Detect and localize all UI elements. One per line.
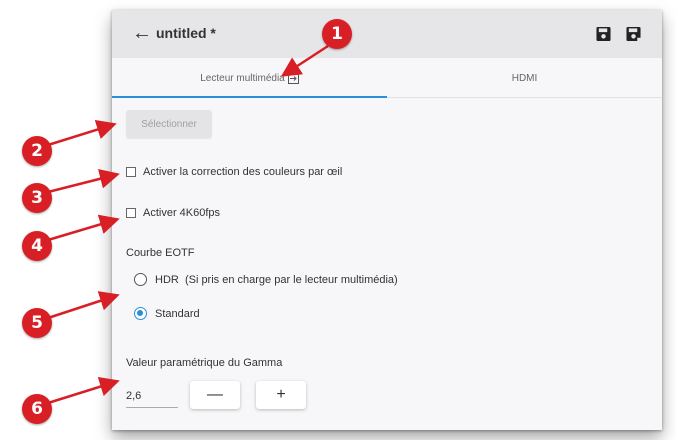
arrow-3 (47, 168, 120, 194)
page-title: untitled * (156, 25, 216, 41)
eye-color-correction-checkbox[interactable]: Activer la correction des couleurs par œ… (126, 166, 342, 178)
arrow-4 (47, 214, 120, 242)
top-bar: ← untitled * (112, 10, 662, 58)
arrow-6 (47, 376, 120, 405)
settings-panel: ← untitled * Lecteur multimédia HDMI Sél… (112, 10, 662, 430)
checkbox-box[interactable] (126, 167, 136, 177)
radio-button[interactable] (134, 307, 147, 320)
callout-2: 2 (22, 136, 52, 166)
tab-label: HDMI (511, 72, 538, 84)
radio-label: Standard (155, 307, 200, 320)
tab-bar: Lecteur multimédia HDMI (112, 58, 662, 98)
radio-hdr[interactable]: HDR (Si pris en charge par le lecteur mu… (134, 273, 398, 286)
radio-label: HDR (Si pris en charge par le lecteur mu… (155, 273, 398, 286)
checkbox-label: Activer la correction des couleurs par œ… (143, 166, 343, 178)
callout-5: 5 (22, 308, 52, 338)
floppy-disk-plus-icon[interactable] (626, 26, 641, 42)
gamma-decrement-button[interactable]: — (190, 381, 240, 409)
radio-selected-dot (137, 310, 143, 316)
radio-standard[interactable]: Standard (134, 307, 200, 320)
select-button[interactable]: Sélectionner (126, 110, 212, 138)
tab-hdmi[interactable]: HDMI (387, 58, 662, 98)
tab-lecteur-multimedia[interactable]: Lecteur multimédia (112, 58, 387, 98)
tab-label: Lecteur multimédia (200, 72, 285, 84)
checkbox-label: Activer 4K60fps (143, 207, 221, 219)
floppy-disk-icon[interactable] (596, 26, 611, 42)
arrow-2 (47, 119, 117, 147)
enable-4k60fps-checkbox[interactable]: Activer 4K60fps (126, 207, 220, 219)
active-tab-indicator (112, 96, 387, 98)
arrow-5 (47, 291, 120, 320)
callout-6: 6 (22, 394, 52, 424)
gamma-increment-button[interactable]: + (256, 381, 306, 409)
callout-4: 4 (22, 231, 52, 261)
gamma-label: Valeur paramétrique du Gamma (126, 357, 283, 369)
callout-1: 1 (322, 19, 352, 49)
radio-button[interactable] (134, 273, 147, 286)
gamma-value-input[interactable] (126, 384, 178, 408)
stage: ← untitled * Lecteur multimédia HDMI Sél… (0, 0, 676, 440)
external-link-icon (287, 72, 299, 84)
checkbox-box[interactable] (126, 208, 136, 218)
eotf-curve-label: Courbe EOTF (126, 247, 195, 259)
callout-3: 3 (22, 183, 52, 213)
arrow-left-icon[interactable]: ← (132, 22, 152, 44)
